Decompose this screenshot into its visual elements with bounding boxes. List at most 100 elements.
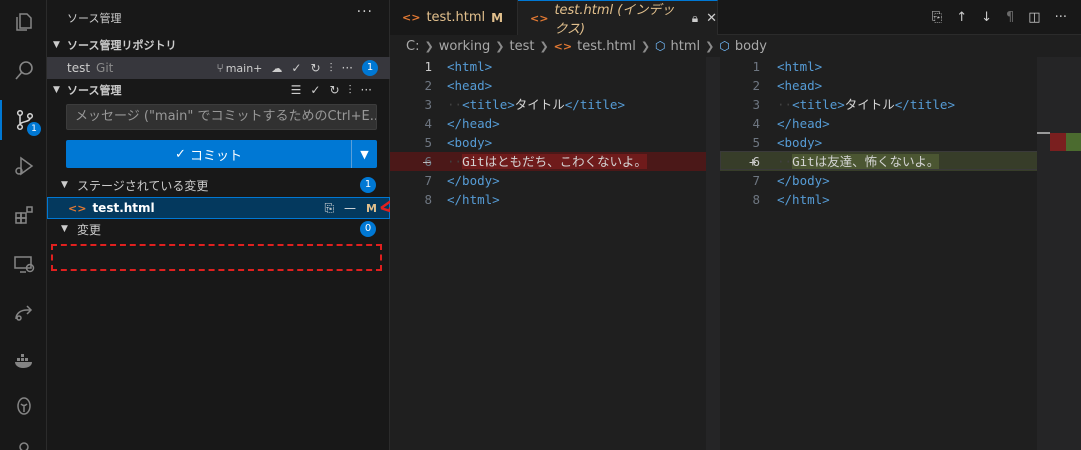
unstage-icon[interactable]: — [344, 201, 356, 215]
previous-change-icon[interactable]: ↑ [956, 10, 967, 25]
commit-button[interactable]: ✓ コミット ▼ [66, 140, 377, 168]
staged-file-row[interactable]: <> test.html ⎘ — M [47, 197, 390, 219]
commit-check-icon[interactable]: ✓ [310, 83, 320, 97]
breadcrumb-file[interactable]: test.html [577, 39, 636, 54]
line-number: 8 [752, 192, 760, 207]
breadcrumb-element[interactable]: body [735, 39, 767, 54]
changes-label: 変更 [77, 222, 102, 237]
code-text: <html> [777, 59, 823, 74]
branch-icon[interactable]: ⑂ main+ [217, 61, 263, 75]
commit-dropdown-chevron-icon[interactable]: ▼ [351, 140, 377, 168]
minimap-scrollbar[interactable] [1037, 57, 1081, 450]
code-text: </html> [447, 192, 500, 207]
original-pane[interactable]: 1 <html> 2 <head> 3 ··<title>タイトル</title> 4 </h… [390, 57, 720, 450]
close-icon[interactable]: ✕ [706, 11, 717, 26]
open-file-icon[interactable]: ⎘ [324, 201, 334, 216]
database-icon[interactable] [0, 387, 47, 427]
deletion-marker: — [423, 154, 431, 169]
scm-section-header[interactable]: ▼ ソース管理 ☰ ✓ ↻ ⫶ ··· [47, 80, 390, 100]
refresh-icon[interactable]: ↻ [310, 61, 320, 75]
docker-icon[interactable] [0, 340, 47, 380]
minimap-viewport [1037, 132, 1050, 134]
tab-label: test.html (インデックス) [554, 3, 675, 37]
commit-check-icon[interactable]: ✓ [291, 61, 301, 75]
breadcrumb-folder[interactable]: working [439, 39, 491, 54]
whitespace-icon[interactable]: ¶ [1006, 10, 1014, 25]
source-control-badge: 1 [27, 122, 41, 136]
code-text: <body> [447, 135, 493, 150]
line-number: 7 [424, 173, 432, 188]
code-line: 4 </head> [720, 114, 1040, 133]
diff-editor: <> test.html M <> test.html (インデックス) 🔒︎ … [390, 0, 1081, 450]
check-icon: ✓ [175, 146, 186, 162]
graph-icon[interactable]: ⫶ [330, 61, 333, 76]
code-text: ··<title>タイトル</title> [447, 97, 625, 112]
html-file-icon: <> [553, 39, 573, 53]
breadcrumb-drive[interactable]: C: [406, 39, 419, 54]
tab-label: test.html [426, 10, 486, 25]
sidebar-more-icon[interactable]: ··· [357, 4, 373, 20]
explorer-icon[interactable] [0, 2, 47, 42]
refresh-icon[interactable]: ↻ [329, 83, 339, 97]
code-line: 6 + ··Gitは友達、怖くないよ。 [720, 152, 1040, 171]
code-line: 7 </body> [390, 171, 720, 190]
accounts-icon[interactable] [0, 430, 47, 450]
line-number: 3 [424, 97, 432, 112]
repo-name: test [67, 61, 91, 75]
code-text: <head> [447, 78, 493, 93]
more-actions-icon[interactable]: ··· [342, 61, 353, 75]
modified-pane[interactable]: 1 <html> 2 <head> 3 ··<title>タイトル</title> 4 </h… [720, 57, 1040, 450]
run-debug-icon[interactable] [0, 146, 47, 186]
next-change-icon[interactable]: ↓ [981, 10, 992, 25]
line-number: 5 [752, 135, 760, 150]
breadcrumb-folder[interactable]: test [509, 39, 534, 54]
open-file-icon[interactable]: ⎘ [932, 10, 942, 25]
staged-changes-group[interactable]: ▼ ステージされている変更 1 [47, 175, 390, 195]
more-actions-icon[interactable]: ··· [1055, 10, 1067, 25]
source-control-icon[interactable]: 1 [0, 100, 47, 140]
code-line: 3 ··<title>タイトル</title> [390, 95, 720, 114]
scm-section-label: ソース管理 [67, 84, 122, 97]
line-number: 1 [424, 59, 432, 74]
left-scrollbar[interactable] [706, 57, 720, 450]
more-actions-icon[interactable]: ··· [361, 83, 372, 97]
extensions-icon[interactable] [0, 195, 47, 235]
element-cube-icon: ⬡ [655, 39, 666, 53]
file-status: M [366, 201, 377, 215]
sync-cloud-icon[interactable]: ☁ [271, 62, 282, 75]
split-editor-icon[interactable]: ◫ [1028, 10, 1040, 25]
branch-label: main+ [225, 62, 263, 75]
search-icon[interactable] [0, 51, 47, 91]
code-text: </head> [777, 116, 830, 131]
repo-kind: Git [96, 61, 114, 75]
addition-marker: + [749, 154, 757, 169]
line-number: 7 [752, 173, 760, 188]
code-line: 4 </head> [390, 114, 720, 133]
staged-count-badge: 1 [360, 177, 376, 193]
code-text: <html> [447, 59, 493, 74]
chevron-right-icon: ❯ [539, 39, 549, 53]
chevron-down-icon: ▼ [53, 85, 60, 95]
repos-section-header[interactable]: ▼ ソース管理リポジトリ [47, 35, 390, 55]
view-as-list-icon[interactable]: ☰ [291, 83, 302, 97]
tab-test-html[interactable]: <> test.html M [390, 0, 518, 35]
commit-button-label: コミット [189, 148, 242, 164]
source-control-sidebar: ソース管理 ··· ▼ ソース管理リポジトリ test Git ⑂ main+ ☁… [47, 0, 408, 450]
breadcrumb-element[interactable]: html [671, 39, 701, 54]
element-cube-icon: ⬡ [719, 39, 730, 53]
changes-count-badge: 0 [360, 221, 376, 237]
line-number: 8 [424, 192, 432, 207]
graph-icon[interactable]: ⫶ [349, 83, 352, 98]
repo-row[interactable]: test Git ⑂ main+ ☁ ✓ ↻ ⫶ ··· 1 [47, 57, 390, 79]
commit-message-input[interactable]: メッセージ ("main" でコミットするためのCtrl+E... [66, 104, 377, 130]
lock-icon[interactable]: 🔒︎ [692, 11, 698, 26]
remote-explorer-icon[interactable] [0, 244, 47, 284]
live-share-icon[interactable] [0, 293, 47, 333]
code-line: 7 </body> [720, 171, 1040, 190]
changes-group[interactable]: ▼ 変更 0 [47, 219, 390, 239]
line-number: 4 [752, 116, 760, 131]
tab-test-html-index[interactable]: <> test.html (インデックス) 🔒︎ ✕ [518, 0, 718, 37]
code-line: 6— ··Gitはともだち、こわくないよ。 [390, 152, 720, 171]
chevron-down-icon: ▼ [61, 180, 68, 190]
chevron-right-icon: ❯ [424, 39, 434, 53]
